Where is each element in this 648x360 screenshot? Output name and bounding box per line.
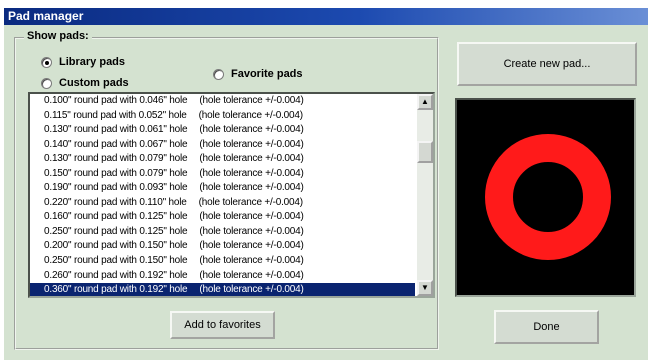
pad-description: 0.200" round pad with 0.150" hole [44, 240, 188, 252]
list-item[interactable]: 0.160" round pad with 0.125" hole (hole t… [30, 210, 415, 225]
radio-button-icon [41, 56, 52, 68]
hole-tolerance: (hole tolerance +/-0.004) [199, 225, 304, 237]
hole-tolerance: (hole tolerance +/-0.004) [199, 255, 304, 267]
list-item[interactable]: 0.220" round pad with 0.110" hole (hole t… [30, 196, 415, 211]
list-item[interactable]: 0.250" round pad with 0.150" hole (hole t… [30, 254, 415, 269]
hole-tolerance: (hole tolerance +/-0.004) [199, 138, 304, 150]
pad-description: 0.150" round pad with 0.079" hole [44, 167, 188, 179]
list-item[interactable]: 0.130" round pad with 0.061" hole (hole t… [30, 123, 415, 138]
pad-list-items: 0.100" round pad with 0.046" hole (hole t… [30, 94, 415, 296]
radio-button-icon [213, 68, 224, 80]
pad-listbox[interactable]: 0.100" round pad with 0.046" hole (hole t… [28, 92, 435, 298]
pad-ring [485, 134, 611, 260]
pad-preview-canvas [485, 134, 611, 260]
list-scrollbar[interactable]: ▲ ▼ [417, 94, 433, 296]
pad-preview [455, 98, 636, 297]
radio-library-pads[interactable]: Library pads [41, 56, 125, 68]
show-pads-legend: Show pads: [24, 30, 92, 42]
pad-description: 0.115" round pad with 0.052" hole [44, 109, 187, 121]
hole-tolerance: (hole tolerance +/-0.004) [199, 284, 304, 296]
radio-library-pads-label: Library pads [59, 56, 126, 68]
pad-description: 0.100" round pad with 0.046" hole [44, 95, 188, 106]
pad-description: 0.160" round pad with 0.125" hole [44, 211, 188, 223]
list-item[interactable]: 0.140" round pad with 0.067" hole (hole t… [30, 138, 415, 153]
hole-tolerance: (hole tolerance +/-0.004) [199, 269, 304, 281]
scrollbar-thumb[interactable] [417, 141, 433, 163]
pad-description: 0.190" round pad with 0.093" hole [44, 182, 188, 194]
radio-custom-pads-label: Custom pads [59, 77, 129, 89]
hole-tolerance: (hole tolerance +/-0.004) [199, 124, 304, 136]
hole-tolerance: (hole tolerance +/-0.004) [199, 182, 304, 194]
list-item[interactable]: 0.100" round pad with 0.046" hole (hole t… [30, 94, 415, 109]
pad-description: 0.140" round pad with 0.067" hole [44, 138, 188, 150]
list-item[interactable]: 0.260" round pad with 0.192" hole (hole t… [30, 269, 415, 284]
hole-tolerance: (hole tolerance +/-0.004) [199, 211, 304, 223]
pad-description: 0.130" round pad with 0.061" hole [44, 124, 188, 136]
hole-tolerance: (hole tolerance +/-0.004) [198, 109, 303, 121]
list-item[interactable]: 0.115" round pad with 0.052" hole (hole t… [30, 109, 415, 124]
hole-tolerance: (hole tolerance +/-0.004) [199, 240, 304, 252]
list-item[interactable]: 0.130" round pad with 0.079" hole (hole t… [30, 152, 415, 167]
pad-description: 0.360" round pad with 0.192" hole [44, 284, 188, 296]
hole-tolerance: (hole tolerance +/-0.004) [199, 95, 304, 106]
done-button[interactable]: Done [494, 310, 599, 344]
pad-description: 0.250" round pad with 0.125" hole [44, 225, 188, 237]
pad-description: 0.260" round pad with 0.192" hole [44, 269, 188, 281]
radio-favorite-pads[interactable]: Favorite pads [213, 68, 303, 80]
radio-favorite-pads-label: Favorite pads [231, 68, 303, 80]
list-item[interactable]: 0.190" round pad with 0.093" hole (hole t… [30, 181, 415, 196]
hole-tolerance: (hole tolerance +/-0.004) [199, 153, 304, 165]
add-to-favorites-button[interactable]: Add to favorites [170, 311, 275, 339]
hole-tolerance: (hole tolerance +/-0.004) [199, 167, 304, 179]
radio-button-icon [41, 77, 52, 89]
pad-description: 0.130" round pad with 0.079" hole [44, 153, 188, 165]
pad-description: 0.220" round pad with 0.110" hole [44, 196, 187, 208]
create-new-pad-button[interactable]: Create new pad... [457, 42, 637, 86]
window-title: Pad manager [4, 8, 648, 25]
list-item[interactable]: 0.200" round pad with 0.150" hole (hole t… [30, 239, 415, 254]
arrow-down-icon[interactable]: ▼ [417, 280, 433, 296]
pad-description: 0.250" round pad with 0.150" hole [44, 255, 188, 267]
hole-tolerance: (hole tolerance +/-0.004) [198, 196, 303, 208]
arrow-up-icon[interactable]: ▲ [417, 94, 433, 110]
radio-custom-pads[interactable]: Custom pads [41, 77, 129, 89]
list-item[interactable]: 0.250" round pad with 0.125" hole (hole t… [30, 225, 415, 240]
list-item[interactable]: 0.150" round pad with 0.079" hole (hole t… [30, 167, 415, 182]
list-item[interactable]: 0.360" round pad with 0.192" hole (hole t… [30, 283, 415, 296]
